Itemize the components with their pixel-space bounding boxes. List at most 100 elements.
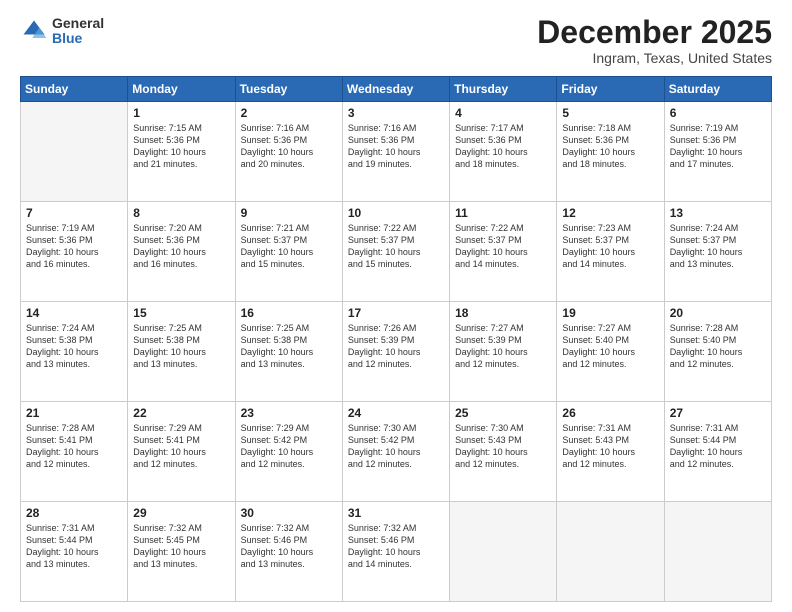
calendar-cell: 25 Sunrise: 7:30 AM Sunset: 5:43 PM Dayli… [450,402,557,502]
day-number: 25 [455,406,551,420]
logo-icon [20,17,48,45]
calendar-cell: 5 Sunrise: 7:18 AM Sunset: 5:36 PM Daylig… [557,102,664,202]
day-number: 21 [26,406,122,420]
calendar-cell: 2Sunrise: 7:16 AM Sunset: 5:36 PM Daylig… [235,102,342,202]
col-tuesday: Tuesday [235,77,342,102]
calendar-cell: 22 Sunrise: 7:29 AM Sunset: 5:41 PM Dayli… [128,402,235,502]
day-number: 22 [133,406,229,420]
day-number: 3 [348,106,444,120]
day-info: Sunrise: 7:29 AM Sunset: 5:41 PM Dayligh… [133,422,229,471]
calendar-cell: 10 Sunrise: 7:22 AM Sunset: 5:37 PM Dayli… [342,202,449,302]
day-info: Sunrise: 7:22 AM Sunset: 5:37 PM Dayligh… [455,222,551,271]
day-info: Sunrise: 7:30 AM Sunset: 5:42 PM Dayligh… [348,422,444,471]
header: General Blue December 2025 Ingram, Texas… [20,16,772,66]
calendar-cell: 23 Sunrise: 7:29 AM Sunset: 5:42 PM Dayli… [235,402,342,502]
calendar-cell: 1Sunrise: 7:15 AM Sunset: 5:36 PM Daylig… [128,102,235,202]
day-info: Sunrise: 7:26 AM Sunset: 5:39 PM Dayligh… [348,322,444,371]
day-number: 14 [26,306,122,320]
calendar-cell: 9 Sunrise: 7:21 AM Sunset: 5:37 PM Daylig… [235,202,342,302]
day-number: 26 [562,406,658,420]
day-number: 2 [241,106,337,120]
day-number: 8 [133,206,229,220]
title-block: December 2025 Ingram, Texas, United Stat… [537,16,772,66]
calendar-cell: 15 Sunrise: 7:25 AM Sunset: 5:38 PM Dayli… [128,302,235,402]
day-info: Sunrise: 7:16 AM Sunset: 5:36 PM Dayligh… [348,122,444,171]
col-sunday: Sunday [21,77,128,102]
logo: General Blue [20,16,104,47]
day-info: Sunrise: 7:27 AM Sunset: 5:40 PM Dayligh… [562,322,658,371]
day-number: 20 [670,306,766,320]
calendar-table: Sunday Monday Tuesday Wednesday Thursday… [20,76,772,602]
day-info: Sunrise: 7:21 AM Sunset: 5:37 PM Dayligh… [241,222,337,271]
calendar-cell: 6Sunrise: 7:19 AM Sunset: 5:36 PM Daylig… [664,102,771,202]
day-info: Sunrise: 7:24 AM Sunset: 5:37 PM Dayligh… [670,222,766,271]
calendar-week-0: 1Sunrise: 7:15 AM Sunset: 5:36 PM Daylig… [21,102,772,202]
calendar-cell: 14Sunrise: 7:24 AM Sunset: 5:38 PM Dayli… [21,302,128,402]
calendar-cell: 8 Sunrise: 7:20 AM Sunset: 5:36 PM Daylig… [128,202,235,302]
calendar-location: Ingram, Texas, United States [537,50,772,66]
day-number: 11 [455,206,551,220]
calendar-cell: 20 Sunrise: 7:28 AM Sunset: 5:40 PM Dayli… [664,302,771,402]
day-number: 23 [241,406,337,420]
calendar-week-2: 14Sunrise: 7:24 AM Sunset: 5:38 PM Dayli… [21,302,772,402]
page: General Blue December 2025 Ingram, Texas… [0,0,792,612]
calendar-cell [450,502,557,602]
col-friday: Friday [557,77,664,102]
calendar-cell: 18 Sunrise: 7:27 AM Sunset: 5:39 PM Dayli… [450,302,557,402]
day-number: 5 [562,106,658,120]
day-info: Sunrise: 7:28 AM Sunset: 5:41 PM Dayligh… [26,422,122,471]
day-number: 18 [455,306,551,320]
day-number: 4 [455,106,551,120]
day-number: 16 [241,306,337,320]
day-info: Sunrise: 7:28 AM Sunset: 5:40 PM Dayligh… [670,322,766,371]
calendar-cell [21,102,128,202]
day-number: 27 [670,406,766,420]
day-info: Sunrise: 7:29 AM Sunset: 5:42 PM Dayligh… [241,422,337,471]
day-info: Sunrise: 7:23 AM Sunset: 5:37 PM Dayligh… [562,222,658,271]
day-number: 7 [26,206,122,220]
day-info: Sunrise: 7:27 AM Sunset: 5:39 PM Dayligh… [455,322,551,371]
day-number: 15 [133,306,229,320]
calendar-week-3: 21 Sunrise: 7:28 AM Sunset: 5:41 PM Dayli… [21,402,772,502]
calendar-cell: 12 Sunrise: 7:23 AM Sunset: 5:37 PM Dayli… [557,202,664,302]
day-number: 24 [348,406,444,420]
day-info: Sunrise: 7:18 AM Sunset: 5:36 PM Dayligh… [562,122,658,171]
day-number: 19 [562,306,658,320]
day-info: Sunrise: 7:22 AM Sunset: 5:37 PM Dayligh… [348,222,444,271]
calendar-cell: 21 Sunrise: 7:28 AM Sunset: 5:41 PM Dayli… [21,402,128,502]
day-number: 13 [670,206,766,220]
day-info: Sunrise: 7:17 AM Sunset: 5:36 PM Dayligh… [455,122,551,171]
calendar-cell [557,502,664,602]
day-info: Sunrise: 7:19 AM Sunset: 5:36 PM Dayligh… [670,122,766,171]
day-number: 12 [562,206,658,220]
day-number: 31 [348,506,444,520]
calendar-cell: 26Sunrise: 7:31 AM Sunset: 5:43 PM Dayli… [557,402,664,502]
col-saturday: Saturday [664,77,771,102]
calendar-cell: 16 Sunrise: 7:25 AM Sunset: 5:38 PM Dayli… [235,302,342,402]
calendar-cell: 4 Sunrise: 7:17 AM Sunset: 5:36 PM Daylig… [450,102,557,202]
calendar-cell: 13 Sunrise: 7:24 AM Sunset: 5:37 PM Dayli… [664,202,771,302]
day-info: Sunrise: 7:25 AM Sunset: 5:38 PM Dayligh… [133,322,229,371]
calendar-header-row: Sunday Monday Tuesday Wednesday Thursday… [21,77,772,102]
calendar-week-1: 7Sunrise: 7:19 AM Sunset: 5:36 PM Daylig… [21,202,772,302]
day-number: 30 [241,506,337,520]
calendar-cell: 11 Sunrise: 7:22 AM Sunset: 5:37 PM Dayli… [450,202,557,302]
day-info: Sunrise: 7:32 AM Sunset: 5:46 PM Dayligh… [348,522,444,571]
calendar-title: December 2025 [537,16,772,48]
calendar-cell: 19 Sunrise: 7:27 AM Sunset: 5:40 PM Dayli… [557,302,664,402]
day-info: Sunrise: 7:30 AM Sunset: 5:43 PM Dayligh… [455,422,551,471]
day-info: Sunrise: 7:20 AM Sunset: 5:36 PM Dayligh… [133,222,229,271]
day-number: 9 [241,206,337,220]
day-number: 29 [133,506,229,520]
calendar-cell: 3 Sunrise: 7:16 AM Sunset: 5:36 PM Daylig… [342,102,449,202]
day-info: Sunrise: 7:31 AM Sunset: 5:44 PM Dayligh… [26,522,122,571]
day-number: 10 [348,206,444,220]
day-info: Sunrise: 7:32 AM Sunset: 5:45 PM Dayligh… [133,522,229,571]
day-info: Sunrise: 7:25 AM Sunset: 5:38 PM Dayligh… [241,322,337,371]
logo-general-text: General [52,16,104,31]
calendar-cell: 29 Sunrise: 7:32 AM Sunset: 5:45 PM Dayli… [128,502,235,602]
day-info: Sunrise: 7:15 AM Sunset: 5:36 PM Dayligh… [133,122,229,171]
calendar-cell: 28Sunrise: 7:31 AM Sunset: 5:44 PM Dayli… [21,502,128,602]
calendar-cell [664,502,771,602]
logo-blue-text: Blue [52,31,104,46]
